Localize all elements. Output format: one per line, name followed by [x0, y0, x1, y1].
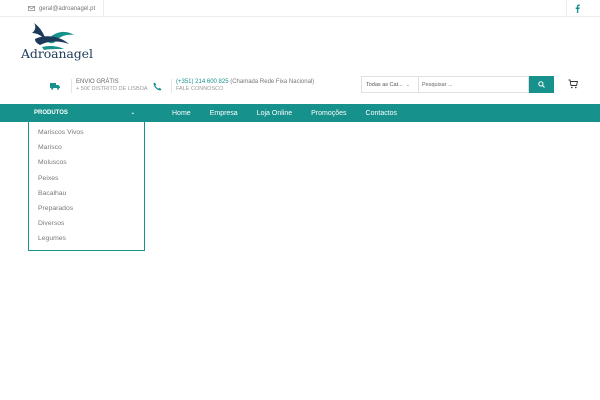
category-item-diversos[interactable]: Diversos: [29, 216, 144, 231]
products-menu-label: PRODUTOS: [34, 110, 68, 116]
nav-link-home[interactable]: Home: [172, 110, 191, 117]
phone-number[interactable]: (+351) 214 600 825: [176, 79, 229, 85]
search-input[interactable]: [418, 76, 529, 93]
category-select[interactable]: Todas as Cat... ⌄: [361, 76, 418, 93]
facebook-link[interactable]: [566, 0, 588, 17]
category-item-marisco[interactable]: Marisco: [29, 140, 144, 155]
shipping-subtitle: + 50€ DISTRITO DE LISBOA: [76, 86, 148, 92]
brand-name: Adroanagel: [21, 46, 93, 61]
search-button[interactable]: [529, 76, 554, 93]
email-link[interactable]: geral@adroanagel.pt: [28, 0, 105, 17]
top-bar: geral@adroanagel.pt: [0, 0, 600, 17]
category-item-peixes[interactable]: Peixes: [29, 171, 144, 186]
categories-dropdown: Mariscos Vivos Marisco Moluscos Peixes B…: [28, 122, 145, 251]
category-item-moluscos[interactable]: Moluscos: [29, 155, 144, 170]
cart-icon[interactable]: [568, 79, 578, 89]
truck-icon: [50, 83, 60, 90]
products-menu-toggle[interactable]: PRODUTOS ⌄: [28, 104, 144, 122]
chevron-down-icon: ⌄: [405, 81, 410, 88]
nav-link-contactos[interactable]: Contactos: [366, 110, 398, 117]
category-item-legumes[interactable]: Legumes: [29, 231, 144, 246]
search-icon: [538, 81, 545, 88]
email-text: geral@adroanagel.pt: [39, 5, 96, 12]
shipping-title: ENVIO GRÁTIS: [76, 79, 119, 85]
nav-link-promocoes[interactable]: Promoções: [311, 110, 346, 117]
main-nav: PRODUTOS ⌄ Home Empresa Loja Online Prom…: [0, 104, 600, 122]
nav-link-empresa[interactable]: Empresa: [210, 110, 238, 117]
category-item-bacalhau[interactable]: Bacalhau: [29, 186, 144, 201]
phone-icon: [153, 82, 162, 90]
facebook-icon: [575, 4, 580, 13]
category-item-mariscos-vivos[interactable]: Mariscos Vivos: [29, 125, 144, 140]
phone-note: (Chamada Rede Fixa Nacional): [230, 79, 315, 85]
nav-link-loja-online[interactable]: Loja Online: [257, 110, 292, 117]
free-shipping-info: ENVIO GRÁTIS + 50€ DISTRITO DE LISBOA: [50, 78, 148, 94]
envelope-icon: [28, 6, 35, 11]
contact-subtitle: FALE CONNOSCO: [176, 86, 224, 92]
chevron-down-icon: ⌄: [130, 110, 135, 116]
category-item-preparados[interactable]: Preparados: [29, 201, 144, 216]
category-select-label: Todas as Cat...: [366, 81, 403, 88]
contact-info: (+351) 214 600 825 (Chamada Rede Fixa Na…: [153, 78, 314, 94]
